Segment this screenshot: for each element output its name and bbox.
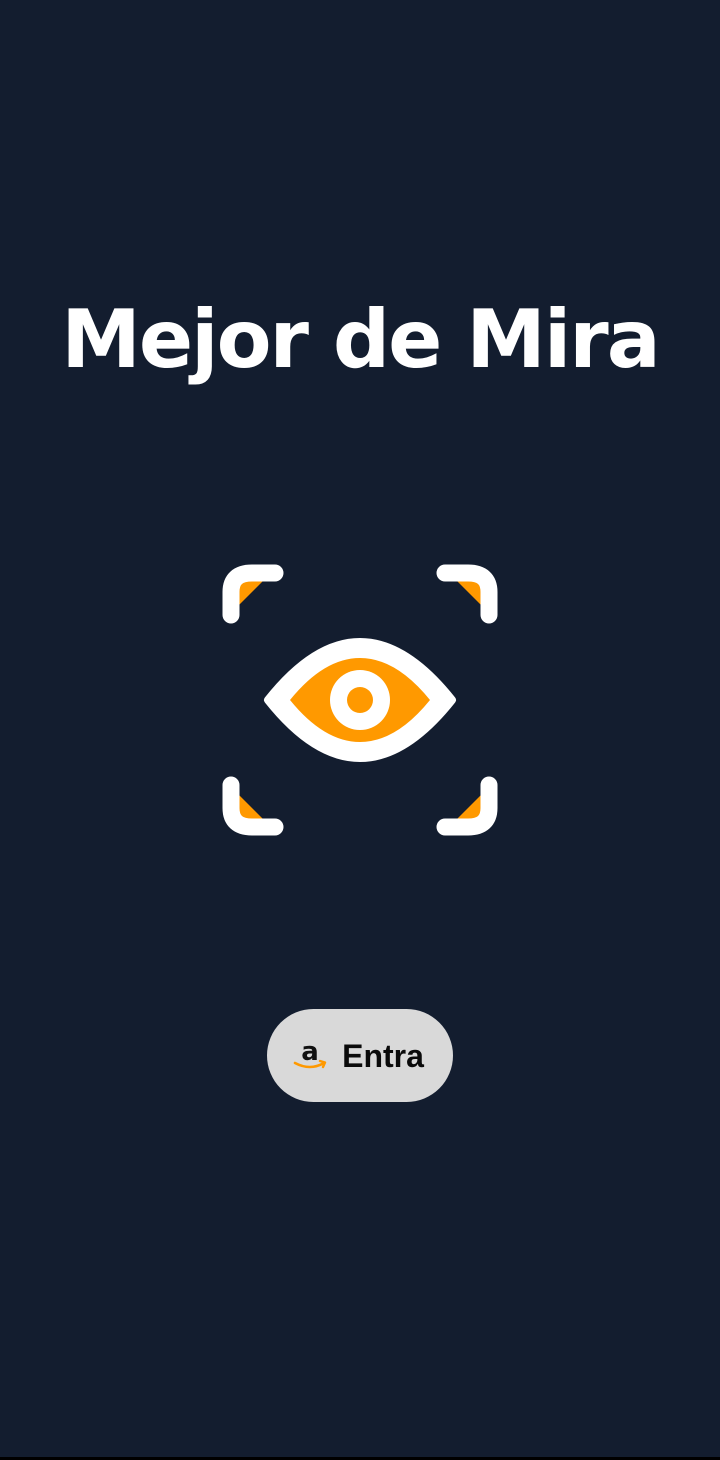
eye-scan-icon <box>220 560 500 840</box>
entra-button-label: Entra <box>342 1037 424 1074</box>
svg-text:a: a <box>301 1037 319 1067</box>
app-screen: Mejor de Mira a Entra <box>0 0 720 1460</box>
entra-button[interactable]: a Entra <box>267 1009 453 1102</box>
amazon-logo-icon: a <box>293 1037 327 1068</box>
page-title: Mejor de Mira <box>61 293 660 386</box>
